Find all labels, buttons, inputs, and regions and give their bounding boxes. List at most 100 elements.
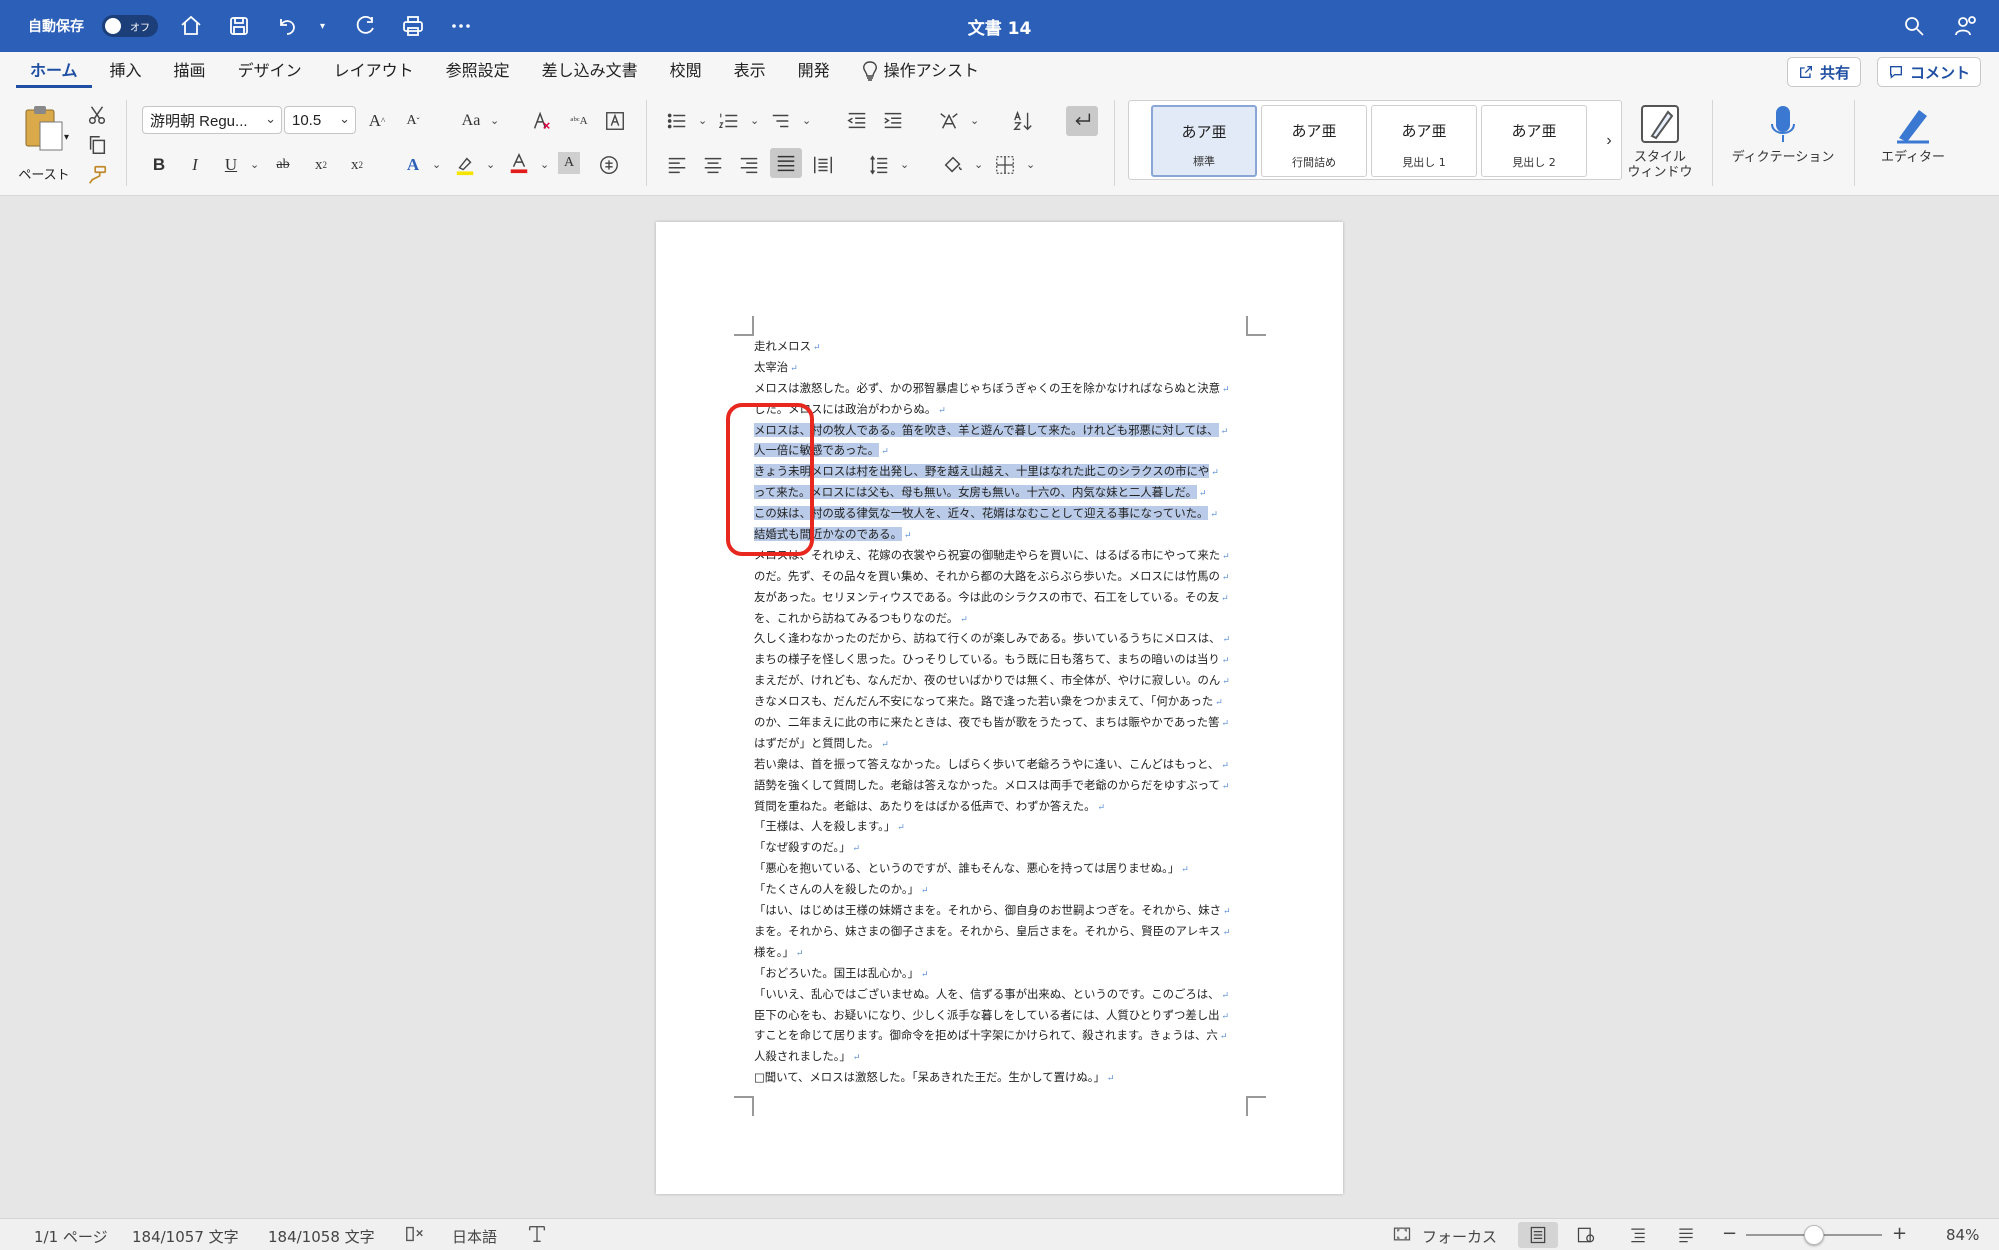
underline-icon[interactable]: U [218, 152, 244, 178]
highlight-icon[interactable] [452, 152, 478, 178]
word-count-total[interactable]: 184/1058 文字 [268, 1226, 375, 1247]
document-line[interactable]: 友があった。セリヌンティウスである。今は此のシラクスの市で、石工をしている。その… [754, 587, 1248, 608]
document-line[interactable]: 「たくさんの人を殺したのか。」 ↵ [754, 879, 1248, 900]
chevron-down-icon[interactable]: ⌄ [970, 114, 979, 127]
document-line[interactable]: 結婚式も間近かなのである。 ↵ [754, 524, 1248, 545]
document-line[interactable]: きなメロスも、だんだん不安になって来た。路で逢った若い衆をつかまえて、「何かあっ… [754, 691, 1248, 712]
increase-indent-icon[interactable] [880, 108, 906, 134]
tab-4[interactable]: レイアウト [318, 52, 430, 90]
asian-layout-icon[interactable] [936, 108, 962, 134]
document-line[interactable]: のか、二年まえに此の市に来たときは、夜でも皆が歌をうたって、まちは賑やかであった… [754, 712, 1248, 733]
tab-0[interactable]: ホーム [14, 52, 94, 90]
style-card[interactable]: あア亜 見出し 2 [1481, 105, 1587, 177]
undo-dropdown-icon[interactable]: ▾ [320, 11, 332, 41]
align-right-icon[interactable] [736, 152, 762, 178]
save-icon[interactable] [224, 11, 254, 41]
accessibility-icon[interactable] [526, 1223, 548, 1249]
paste-dropdown-icon[interactable]: ▾ [64, 132, 69, 143]
chevron-right-icon[interactable]: › [1596, 128, 1622, 154]
sort-icon[interactable] [1010, 108, 1036, 134]
character-border-icon[interactable] [602, 108, 628, 134]
document-line[interactable]: 様を。」 ↵ [754, 942, 1248, 963]
style-card[interactable]: あア亜 標準 [1151, 105, 1257, 177]
document-line[interactable]: 人殺されました。」 ↵ [754, 1046, 1248, 1067]
tab-6[interactable]: 差し込み文書 [526, 52, 654, 90]
decrease-indent-icon[interactable] [844, 108, 870, 134]
tab-2[interactable]: 描画 [158, 52, 222, 90]
bullets-icon[interactable] [664, 108, 690, 134]
document-line[interactable]: を、これから訪ねてみるつもりなのだ。 ↵ [754, 608, 1248, 629]
undo-icon[interactable] [272, 11, 302, 41]
proofing-icon[interactable] [404, 1223, 426, 1249]
document-line[interactable]: 「王様は、人を殺します。」 ↵ [754, 816, 1248, 837]
focus-label[interactable]: フォーカス [1422, 1226, 1497, 1247]
chevron-down-icon[interactable]: ⌄ [1026, 158, 1035, 171]
document-line[interactable]: 語勢を強くして質問した。老爺は答えなかった。メロスは両手で老爺のからだをゆすぶっ… [754, 775, 1248, 796]
borders-icon[interactable] [992, 152, 1018, 178]
cut-icon[interactable] [84, 102, 110, 128]
document-line[interactable]: 質問を重ねた。老爺は、あたりをはばかる低声で、わずか答えた。 ↵ [754, 796, 1248, 817]
chevron-down-icon[interactable]: ⌄ [486, 158, 495, 171]
document-line[interactable]: 「はい、はじめは王様の妹婿さまを。それから、御自身のお世嗣よつぎを。それから、妹… [754, 900, 1248, 921]
document-page[interactable]: 走れメロス ↵ 太宰治 ↵ メロスは激怒した。必ず、かの邪智暴虐じゃちぼうぎゃくの王を除… [656, 222, 1343, 1194]
search-icon[interactable] [1899, 11, 1929, 41]
show-formatting-icon[interactable] [1066, 106, 1098, 136]
document-line[interactable]: きょう未明メロスは村を出発し、野を越え山越え、十里はなれた此このシラクスの市にや… [754, 461, 1248, 482]
document-line[interactable]: 走れメロス ↵ [754, 336, 1248, 357]
outline-view-icon[interactable] [1618, 1222, 1658, 1248]
line-spacing-icon[interactable] [866, 152, 892, 178]
clear-formatting-icon[interactable] [528, 108, 554, 134]
document-line[interactable]: 「いいえ、乱心ではございませぬ。人を、信ずる事が出来ぬ、というのです。このごろは… [754, 984, 1248, 1005]
align-center-icon[interactable] [700, 152, 726, 178]
document-line[interactable]: はずだが」と質問した。 ↵ [754, 733, 1248, 754]
italic-icon[interactable]: I [182, 152, 208, 178]
font-color-icon[interactable] [506, 150, 532, 176]
chevron-down-icon[interactable]: ⌄ [750, 114, 759, 127]
numbering-icon[interactable] [716, 108, 742, 134]
home-icon[interactable] [176, 11, 206, 41]
shading-icon[interactable] [940, 152, 966, 178]
document-line[interactable]: 「おどろいた。国王は乱心か。」 ↵ [754, 963, 1248, 984]
document-line[interactable]: 人一倍に敏感であった。 ↵ [754, 440, 1248, 461]
strikethrough-icon[interactable]: ab [270, 152, 296, 178]
phonetic-guide-icon[interactable]: ᵃᵇᶜA [566, 108, 592, 134]
document-line[interactable]: まを。それから、妹さまの御子さまを。それから、皇后さまを。それから、賢臣のアレキ… [754, 921, 1248, 942]
document-line[interactable]: した。メロスには政治がわからぬ。 ↵ [754, 399, 1248, 420]
text-effects-icon[interactable]: A [400, 152, 426, 178]
change-case-icon[interactable]: Aa [458, 108, 484, 134]
language[interactable]: 日本語 [452, 1226, 497, 1247]
page-count[interactable]: 1/1 ページ [34, 1226, 108, 1247]
dictation-button[interactable]: ディクテーション [1724, 102, 1842, 165]
tab-9[interactable]: 開発 [782, 52, 846, 90]
document-line[interactable]: メロスは激怒した。必ず、かの邪智暴虐じゃちぼうぎゃくの王を除かなければならぬと決… [754, 378, 1248, 399]
document-line[interactable]: 久しく逢わなかったのだから、訪ねて行くのが楽しみである。歩いているうちにメロスは… [754, 628, 1248, 649]
document-line[interactable]: まちの様子を怪しく思った。ひっそりしている。もう既に日も落ちて、まちの暗いのは当… [754, 649, 1248, 670]
grow-font-icon[interactable]: A ^ [364, 108, 390, 134]
tab-8[interactable]: 表示 [718, 52, 782, 90]
align-left-icon[interactable] [664, 152, 690, 178]
chevron-down-icon[interactable]: ⌄ [974, 158, 983, 171]
word-count-selected[interactable]: 184/1057 文字 [132, 1226, 239, 1247]
more-icon[interactable] [446, 11, 476, 41]
document-line[interactable]: メロスは、それゆえ、花嫁の衣裳やら祝宴の御馳走やらを買いに、はるばる市にやって来… [754, 545, 1248, 566]
document-line[interactable]: のだ。先ず、その品々を買い集め、それから都の大路をぶらぶら歩いた。メロスには竹馬… [754, 566, 1248, 587]
document-body[interactable]: 走れメロス ↵ 太宰治 ↵ メロスは激怒した。必ず、かの邪智暴虐じゃちぼうぎゃくの王を除… [754, 336, 1248, 1088]
draft-view-icon[interactable] [1666, 1222, 1706, 1248]
distributed-icon[interactable] [810, 152, 836, 178]
document-line[interactable]: □聞いて、メロスは激怒した。「呆あきれた王だ。生かして置けぬ。」 ↵ [754, 1067, 1248, 1088]
chevron-down-icon[interactable]: ⌄ [432, 158, 441, 171]
document-line[interactable]: メロスは、村の牧人である。笛を吹き、羊と遊んで暮して来た。けれども邪悪に対しては… [754, 420, 1248, 441]
chevron-down-icon[interactable]: ⌄ [900, 158, 909, 171]
web-layout-view-icon[interactable] [1566, 1222, 1606, 1248]
print-icon[interactable] [398, 11, 428, 41]
account-icon[interactable] [1951, 11, 1981, 41]
zoom-in-icon[interactable]: + [1892, 1223, 1907, 1244]
chevron-down-icon[interactable]: ⌄ [698, 114, 707, 127]
copy-icon[interactable] [84, 132, 110, 158]
font-name-select[interactable]: 游明朝 Regu... ⌄ [142, 106, 282, 134]
document-line[interactable]: って来た。メロスには父も、母も無い。女房も無い。十六の、内気な妹と二人暮しだ。 ↵ [754, 482, 1248, 503]
bold-icon[interactable]: B [146, 152, 172, 178]
comment-button[interactable]: コメント [1876, 57, 1981, 87]
editor-button[interactable]: エディター [1866, 102, 1960, 165]
print-layout-view-icon[interactable] [1518, 1222, 1558, 1248]
